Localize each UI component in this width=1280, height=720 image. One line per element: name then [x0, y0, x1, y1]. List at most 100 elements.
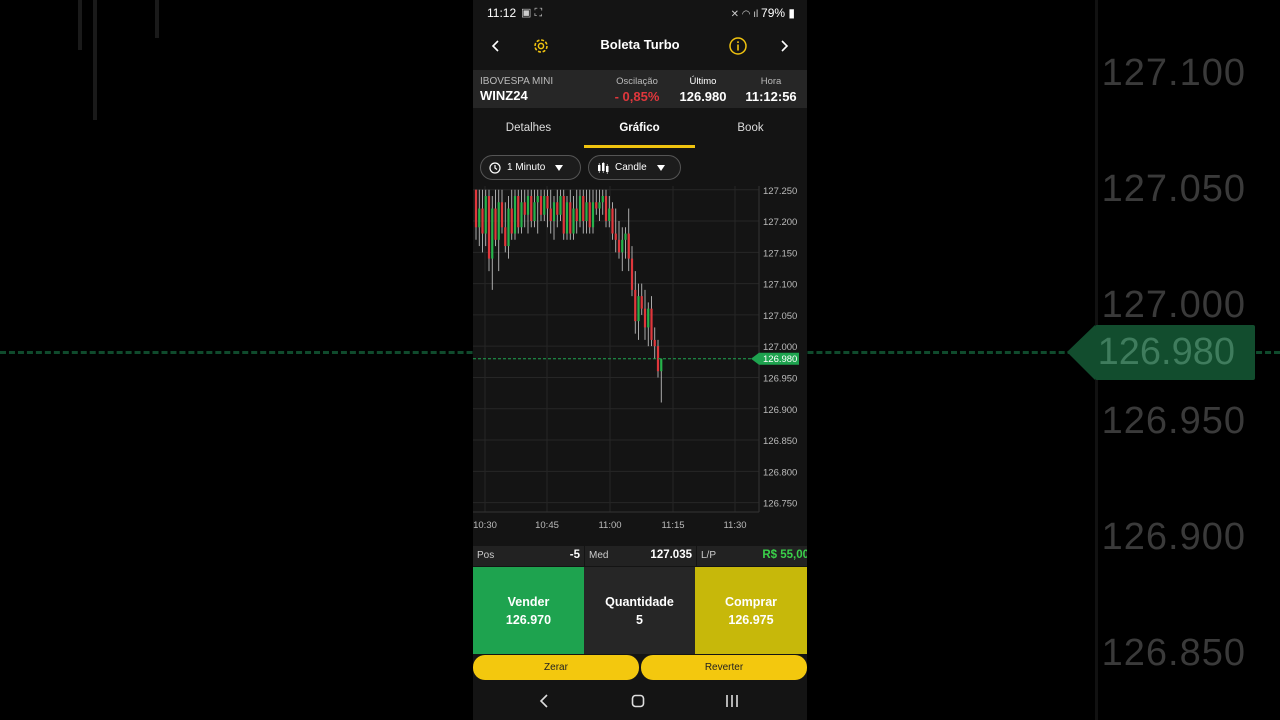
candle-body: [510, 208, 513, 234]
interval-select[interactable]: 1 Minuto: [480, 155, 581, 180]
instrument-name: IBOVESPA MINI: [480, 76, 554, 87]
last-value: 126.980: [679, 89, 727, 104]
tab-grafico[interactable]: Gráfico: [584, 112, 695, 148]
chart-canvas[interactable]: 127.250 127.200 127.150 127.100 127.050 127.0…: [473, 186, 807, 540]
candle-body: [591, 202, 595, 228]
sell-price: 126.970: [505, 612, 552, 627]
notification-icons: ▣ ⛶: [521, 7, 543, 19]
candle-body: [504, 227, 507, 247]
nav-home-icon[interactable]: [631, 694, 645, 708]
candle-body: [562, 196, 565, 234]
quote-time: Hora 11:12:56: [743, 76, 799, 104]
position-bar: Pos -5 Med 127.035 L/P R$ 55,00: [473, 546, 807, 566]
pos-label: Pos: [477, 550, 495, 561]
sell-label: Vender: [507, 594, 550, 609]
candle-body: [523, 202, 526, 215]
candle-body: [497, 202, 500, 240]
pnl-cell: L/P R$ 55,00: [697, 546, 807, 566]
battery-icon: ▮: [788, 6, 795, 20]
time-label: Hora: [760, 76, 782, 87]
candle-body: [487, 196, 491, 259]
candle-body: [621, 239, 624, 253]
reverter-button[interactable]: Reverter: [641, 655, 807, 680]
candle-body: [481, 208, 484, 234]
status-right: ✕ ◠ ıl 79% ▮: [731, 6, 795, 20]
med-value: 127.035: [650, 549, 692, 561]
candle-body: [517, 196, 520, 228]
position-cell: Pos -5: [473, 546, 584, 566]
x-tick-label: 10:45: [535, 520, 559, 531]
candle-body: [556, 202, 559, 215]
lp-value: R$ 55,00: [762, 549, 807, 561]
bg-axis-label: 126.900: [1101, 516, 1246, 558]
last-price: Último 126.980: [677, 76, 729, 104]
page-title: Boleta Turbo: [600, 37, 680, 52]
forward-button[interactable]: [772, 34, 796, 58]
caret-down-icon: [555, 164, 564, 171]
candle-body: [530, 196, 533, 222]
y-tick-label: 126.800: [763, 467, 797, 478]
x-tick-label: 11:00: [598, 520, 621, 531]
candle-body: [585, 202, 588, 222]
x-tick-label: 10:30: [473, 520, 497, 531]
y-tick-label: 126.850: [763, 436, 797, 447]
candle-body: [578, 196, 582, 222]
tab-detalhes[interactable]: Detalhes: [473, 112, 584, 148]
candle-body: [500, 202, 504, 228]
candle-body: [552, 202, 556, 222]
candle-body: [543, 196, 546, 215]
y-tick-label: 127.050: [763, 311, 797, 322]
candlestick-chart[interactable]: 127.250 127.200 127.150 127.100 127.050 127.0…: [473, 186, 807, 540]
y-tick-label: 126.750: [763, 499, 797, 510]
info-button[interactable]: [726, 34, 750, 58]
oscillation-value: - 0,85%: [614, 89, 660, 104]
bg-wick: [93, 0, 97, 120]
chart-type-select[interactable]: Candle: [588, 155, 681, 180]
candle-body: [533, 202, 536, 222]
quantity-field[interactable]: Quantidade 5: [584, 567, 695, 654]
nav-recents-icon[interactable]: [725, 694, 739, 708]
bg-wick: [78, 0, 82, 50]
candle-body: [572, 208, 575, 234]
candle-body: [559, 196, 562, 215]
candle-body: [491, 208, 494, 259]
candle-body: [611, 208, 614, 234]
tab-book[interactable]: Book: [695, 112, 806, 148]
pos-value: -5: [569, 549, 580, 561]
sell-button[interactable]: Vender 126.970: [473, 567, 584, 654]
status-time: 11:12: [487, 6, 517, 20]
candle-body: [565, 202, 569, 234]
bg-wick: [155, 0, 159, 38]
candle-body: [647, 308, 650, 328]
candle-body: [484, 196, 487, 234]
candle-body: [660, 358, 663, 372]
quote-bar: IBOVESPA MINI WINZ24 Oscilação - 0,85% Ú…: [473, 70, 807, 108]
info-icon: [729, 37, 747, 55]
status-bar: 11:12 ▣ ⛶ ✕ ◠ ıl 79% ▮: [473, 0, 807, 24]
y-tick-label: 127.000: [763, 342, 797, 353]
candle-body: [653, 339, 656, 347]
candle-body: [650, 308, 653, 340]
bg-axis-label: 127.050: [1101, 168, 1246, 210]
candle-body: [494, 208, 497, 240]
x-tick-label: 11:15: [661, 520, 684, 531]
interval-value: 1 Minuto: [507, 162, 546, 173]
app-header: Boleta Turbo: [473, 24, 807, 68]
candle-body: [549, 208, 552, 222]
y-tick-label: 127.250: [763, 186, 797, 197]
candle-body: [520, 202, 523, 228]
candle-body: [634, 289, 637, 322]
nav-back-icon[interactable]: [539, 694, 551, 708]
last-label: Último: [689, 76, 717, 87]
battery-level: 79%: [761, 6, 786, 20]
buy-button[interactable]: Comprar 126.975: [695, 567, 807, 654]
bg-axis-label: 126.850: [1101, 632, 1246, 674]
x-tick-label: 11:30: [723, 520, 746, 531]
candle-body: [624, 233, 627, 240]
candle-body: [640, 296, 643, 309]
med-label: Med: [589, 550, 609, 561]
instrument-symbol: WINZ24: [480, 88, 528, 103]
tab-bar: Detalhes Gráfico Book: [473, 112, 807, 148]
candle-body: [507, 208, 510, 247]
zerar-button[interactable]: Zerar: [473, 655, 639, 680]
